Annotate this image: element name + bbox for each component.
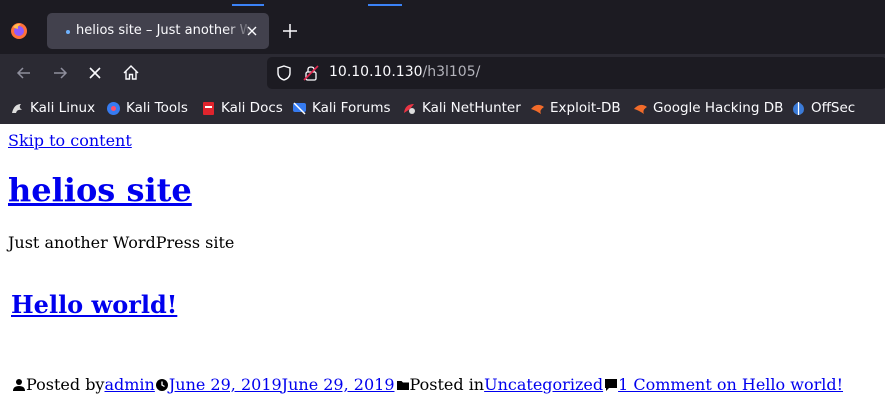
post-title-link[interactable]: Hello world! (11, 290, 177, 319)
ghdb-icon (634, 104, 647, 114)
bookmarks-toolbar: Kali Linux Kali Tools Kali Docs Kali For… (0, 92, 885, 124)
comment-icon (605, 378, 618, 391)
site-title-link[interactable]: helios site (8, 171, 192, 209)
bookmark-kali-docs[interactable]: Kali Docs (201, 98, 283, 118)
bookmark-label: Kali Forums (312, 100, 391, 116)
folder-icon (396, 380, 409, 390)
active-tab[interactable]: helios site – Just another WordPress sit… (47, 13, 269, 49)
insecure-lock-icon[interactable] (302, 64, 320, 82)
forward-icon[interactable] (50, 63, 70, 83)
author-link[interactable]: admin (104, 375, 154, 394)
comments-link[interactable]: 1 Comment on Hello world! (618, 375, 843, 394)
bookmark-kali-nethunter[interactable]: Kali NetHunter (402, 98, 521, 118)
person-icon (13, 378, 25, 391)
post-meta: Posted by admin June 29, 2019June 29, 201… (12, 375, 843, 394)
bookmark-label: OffSec (811, 100, 856, 116)
skip-to-content-link[interactable]: Skip to content (8, 131, 132, 150)
exploit-db-icon (531, 104, 544, 114)
offsec-icon (793, 101, 804, 115)
category-link[interactable]: Uncategorized (484, 375, 603, 394)
post-date-link[interactable]: June 29, 2019June 29, 2019 (169, 375, 395, 394)
date-published: June 29, 2019 (168, 375, 282, 394)
address-bar[interactable]: 10.10.10.130/h3l105/ (267, 57, 885, 89)
kali-nethunter-icon (404, 103, 415, 114)
bookmark-label: Kali NetHunter (422, 100, 521, 116)
tab-bar: helios site – Just another WordPress sit… (0, 8, 885, 54)
bookmark-label: Kali Docs (221, 100, 283, 116)
bookmark-exploit-db[interactable]: Exploit-DB (530, 98, 621, 118)
os-indicator (232, 4, 264, 6)
bookmark-kali-linux[interactable]: Kali Linux (10, 98, 95, 118)
clock-icon (155, 378, 168, 391)
firefox-icon[interactable] (10, 22, 28, 40)
new-tab-icon[interactable] (280, 21, 300, 41)
bookmark-google-hacking-db[interactable]: Google Hacking DB (633, 98, 783, 118)
url-text[interactable]: 10.10.10.130/h3l105/ (329, 64, 480, 80)
kali-forums-icon (293, 101, 306, 115)
bookmark-label: Exploit-DB (550, 100, 621, 116)
bookmark-label: Kali Linux (30, 100, 96, 116)
navigation-toolbar: 10.10.10.130/h3l105/ (0, 54, 885, 92)
date-updated: June 29, 2019 (281, 375, 395, 394)
web-page: Skip to content helios site Just another… (0, 124, 885, 418)
kali-docs-icon (203, 101, 214, 115)
bookmark-label: Google Hacking DB (653, 100, 784, 116)
kali-tools-icon (107, 101, 120, 115)
bookmark-kali-forums[interactable]: Kali Forums (292, 98, 391, 118)
bookmark-label: Kali Tools (126, 100, 188, 116)
url-path: /h3l105/ (422, 64, 481, 80)
tab-title: helios site – Just another WordPress sit… (76, 23, 252, 38)
stop-loading-icon[interactable] (85, 63, 105, 83)
back-icon[interactable] (14, 63, 34, 83)
os-indicator (368, 4, 402, 6)
kali-dragon-icon (12, 103, 22, 113)
loading-dot-icon (66, 30, 70, 34)
url-host: 10.10.10.130 (329, 64, 423, 80)
close-tab-icon[interactable] (243, 22, 261, 40)
home-icon[interactable] (121, 63, 141, 83)
site-tagline: Just another WordPress site (8, 233, 235, 252)
posted-by-label: Posted by (26, 375, 105, 394)
os-top-strip (0, 0, 885, 8)
posted-in-label: Posted in (409, 375, 485, 394)
tracking-protection-shield-icon[interactable] (275, 64, 293, 82)
bookmark-offsec[interactable]: OffSec (791, 98, 855, 118)
bookmark-kali-tools[interactable]: Kali Tools (106, 98, 188, 118)
